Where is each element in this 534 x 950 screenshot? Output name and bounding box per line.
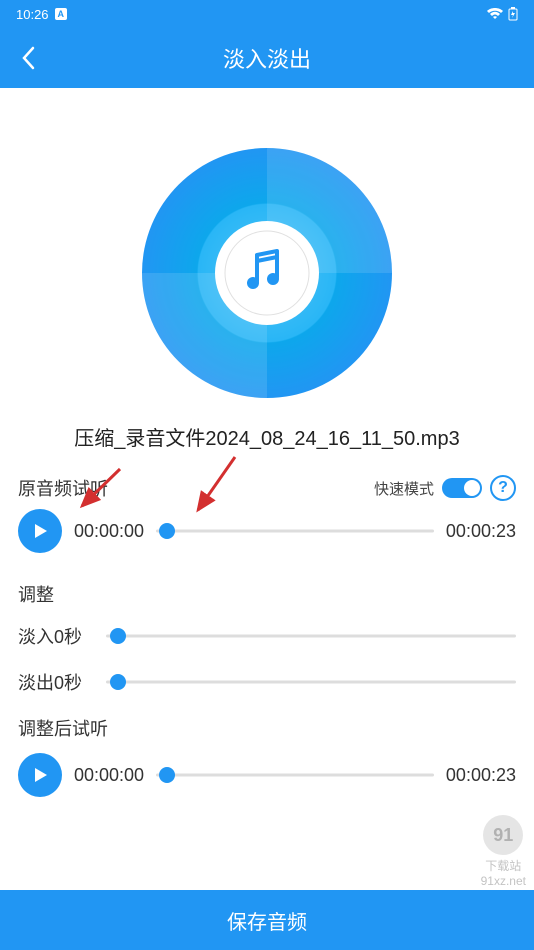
adjusted-play-button[interactable] [18,753,62,797]
disc-container [18,88,516,422]
disc-artwork [142,148,392,398]
adjusted-progress-slider[interactable] [156,765,434,785]
adjusted-current-time: 00:00:00 [74,765,144,786]
fade-out-label: 淡出0秒 [18,669,94,695]
adjusted-player: 00:00:00 00:00:23 [18,753,516,797]
status-badge: A [55,8,68,20]
page-title: 淡入淡出 [223,42,311,74]
original-progress-slider[interactable] [156,521,434,541]
original-current-time: 00:00:00 [74,521,144,542]
status-time: 10:26 [16,7,49,22]
save-audio-label: 保存音频 [227,906,307,935]
adjust-section-title: 调整 [18,581,516,607]
fade-in-label: 淡入0秒 [18,623,94,649]
watermark: 91 下载站 91xz.net [481,815,526,888]
original-section-label: 原音频试听 [18,475,108,501]
status-icons [486,7,518,21]
header: 淡入淡出 [0,28,534,88]
original-player: 00:00:00 00:00:23 [18,509,516,553]
filename: 压缩_录音文件2024_08_24_16_11_50.mp3 [18,422,516,451]
fast-mode-toggle[interactable] [442,478,482,498]
original-play-button[interactable] [18,509,62,553]
adjusted-total-time: 00:00:23 [446,765,516,786]
back-button[interactable] [12,42,44,74]
fade-out-slider[interactable] [106,672,516,692]
help-button[interactable]: ? [490,475,516,501]
status-bar: 10:26 A [0,0,534,28]
fast-mode-label: 快速模式 [374,478,434,499]
fade-in-slider[interactable] [106,626,516,646]
original-total-time: 00:00:23 [446,521,516,542]
adjusted-section-label: 调整后试听 [18,715,516,741]
save-audio-button[interactable]: 保存音频 [0,890,534,950]
